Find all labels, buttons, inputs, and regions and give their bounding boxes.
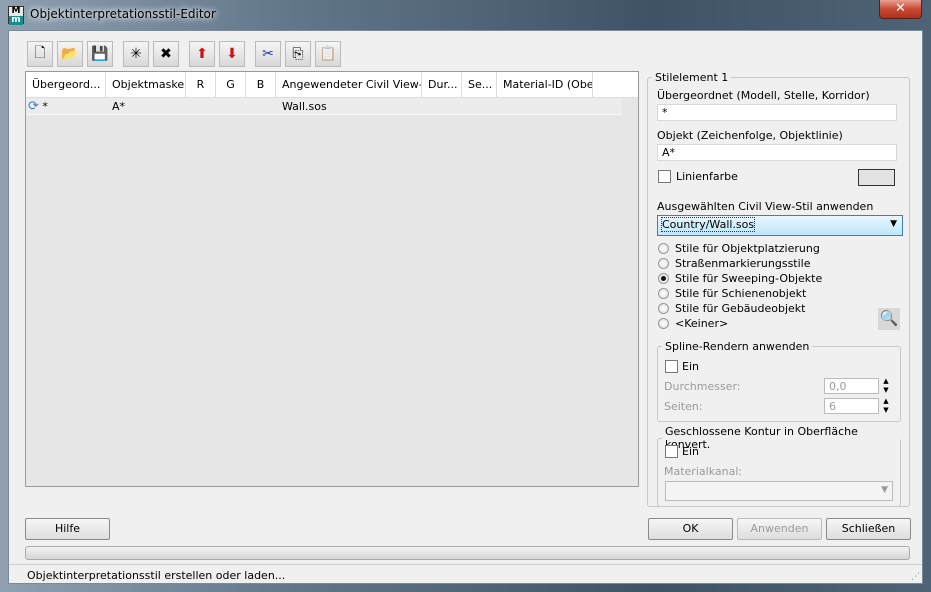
closed-on-checkbox[interactable] <box>665 445 678 458</box>
save-button[interactable]: 💾 <box>87 41 113 67</box>
column-header[interactable]: Angewendeter Civil View-Stil <box>276 72 422 98</box>
style-type-radio[interactable] <box>658 273 669 284</box>
parent-input[interactable]: * <box>657 104 897 121</box>
linecolor-label: Linienfarbe <box>676 170 738 183</box>
closed-on-label: Ein <box>682 445 699 458</box>
copy-button[interactable]: ⎘ <box>285 41 311 67</box>
progress-bar <box>25 546 910 560</box>
ok-button[interactable]: OK <box>648 518 733 540</box>
material-channel-label: Materialkanal: <box>664 465 743 478</box>
add-element-icon: ✳ <box>130 46 142 62</box>
group-legend: Stilelement 1 <box>655 71 729 84</box>
title-bar[interactable]: Mm Objektinterpretationsstil-Editor ✕ <box>0 0 931 30</box>
cut-icon: ✂ <box>262 46 274 62</box>
parent-label: Übergeordnet (Modell, Stelle, Korridor) <box>657 89 870 102</box>
style-type-radio-label: Stile für Sweeping-Objekte <box>675 272 823 285</box>
copy-icon: ⎘ <box>292 46 304 62</box>
sides-spinner[interactable]: ▲ ▼ <box>880 397 892 416</box>
cell-mask: A* <box>112 100 126 113</box>
object-input[interactable]: A* <box>657 144 897 161</box>
move-down-icon: ⬇ <box>226 46 238 62</box>
style-type-radio-label: Stile für Schienenobjekt <box>675 287 807 300</box>
diameter-input[interactable]: 0,0 <box>824 378 879 394</box>
material-channel-dropdown[interactable]: ▼ <box>665 481 893 501</box>
style-type-radio-label: Stile für Gebäudeobjekt <box>675 302 806 315</box>
cell-parent: * <box>42 100 48 113</box>
delete-element-button[interactable]: ✖ <box>153 41 179 67</box>
element-icon: ⟳ <box>28 99 39 114</box>
window-title: Objektinterpretationsstil-Editor <box>30 7 216 21</box>
spline-on-label: Ein <box>682 360 699 373</box>
sides-input[interactable]: 6 <box>824 398 879 414</box>
cut-button[interactable]: ✂ <box>255 41 281 67</box>
chevron-down-icon: ▼ <box>881 485 888 495</box>
diameter-spinner[interactable]: ▲ ▼ <box>880 377 892 396</box>
style-dropdown[interactable]: Country/Wall.sos ▼ <box>657 215 903 236</box>
resize-grip[interactable]: ⋰ <box>911 572 920 582</box>
new-button[interactable]: 🗋 <box>27 41 53 67</box>
column-header[interactable]: Objektmaske <box>106 72 186 98</box>
style-dropdown-value: Country/Wall.sos <box>660 217 756 232</box>
status-text: Objektinterpretationsstil erstellen oder… <box>27 569 286 582</box>
column-header[interactable]: G <box>216 72 246 98</box>
style-element-grid[interactable]: Übergeord... Objektmaske R G B Angewende… <box>25 71 639 487</box>
sides-label: Seiten: <box>664 400 703 413</box>
style-type-radio[interactable] <box>658 318 669 329</box>
move-up-button[interactable]: ⬆ <box>189 41 215 67</box>
status-divider <box>9 564 922 565</box>
move-up-icon: ⬆ <box>196 46 208 62</box>
spline-on-checkbox[interactable] <box>665 360 678 373</box>
column-header[interactable]: R <box>186 72 216 98</box>
style-type-radio-label: Straßenmarkierungsstile <box>675 257 811 270</box>
style-type-radio[interactable] <box>658 303 669 314</box>
close-button[interactable]: Schließen <box>826 518 911 540</box>
column-header[interactable]: Dur... <box>422 72 462 98</box>
style-type-radio[interactable] <box>658 288 669 299</box>
diameter-label: Durchmesser: <box>664 380 741 393</box>
style-type-radio-label: Stile für Objektplatzierung <box>675 242 820 255</box>
dialog-client: 🗋 📂 💾 ✳ ✖ ⬆ ⬇ ✂ ⎘ 📋 Übergeord... Objektmaske R G … <box>8 30 923 584</box>
save-icon: 💾 <box>91 46 109 62</box>
linecolor-checkbox[interactable] <box>658 170 671 183</box>
chevron-down-icon: ▼ <box>890 219 897 229</box>
move-down-button[interactable]: ⬇ <box>219 41 245 67</box>
style-type-radio-label: <Keiner> <box>675 317 729 330</box>
column-header[interactable]: B <box>246 72 276 98</box>
style-label: Ausgewählten Civil View-Stil anwenden <box>657 200 874 213</box>
search-style-button[interactable]: 🔍 <box>878 308 900 330</box>
app-icon: Mm <box>8 6 24 25</box>
table-row[interactable]: ⟳ * A* Wall.sos <box>26 98 622 115</box>
paste-button[interactable]: 📋 <box>315 41 341 67</box>
cell-rgb <box>186 98 276 115</box>
magnifier-icon: 🔍 <box>879 309 899 327</box>
paste-icon: 📋 <box>319 46 337 62</box>
cell-style: Wall.sos <box>282 100 327 113</box>
column-header[interactable]: Material-ID (Oberfl... <box>497 72 593 98</box>
style-type-radio[interactable] <box>658 258 669 269</box>
style-type-radio[interactable] <box>658 243 669 254</box>
new-icon: 🗋 <box>34 45 46 61</box>
help-button[interactable]: Hilfe <box>25 518 110 540</box>
linecolor-swatch[interactable] <box>858 169 895 186</box>
open-icon: 📂 <box>61 46 79 62</box>
column-header[interactable]: Se... <box>462 72 497 98</box>
object-label: Objekt (Zeichenfolge, Objektlinie) <box>657 129 843 142</box>
open-button[interactable]: 📂 <box>57 41 83 67</box>
add-element-button[interactable]: ✳ <box>123 41 149 67</box>
apply-button[interactable]: Anwenden <box>737 518 822 540</box>
delete-element-icon: ✖ <box>160 46 172 62</box>
close-window-button[interactable]: ✕ <box>879 0 922 19</box>
spline-legend: Spline-Rendern anwenden <box>665 340 810 353</box>
column-header[interactable]: Übergeord... <box>26 72 106 98</box>
grid-header: Übergeord... Objektmaske R G B Angewende… <box>26 72 638 98</box>
